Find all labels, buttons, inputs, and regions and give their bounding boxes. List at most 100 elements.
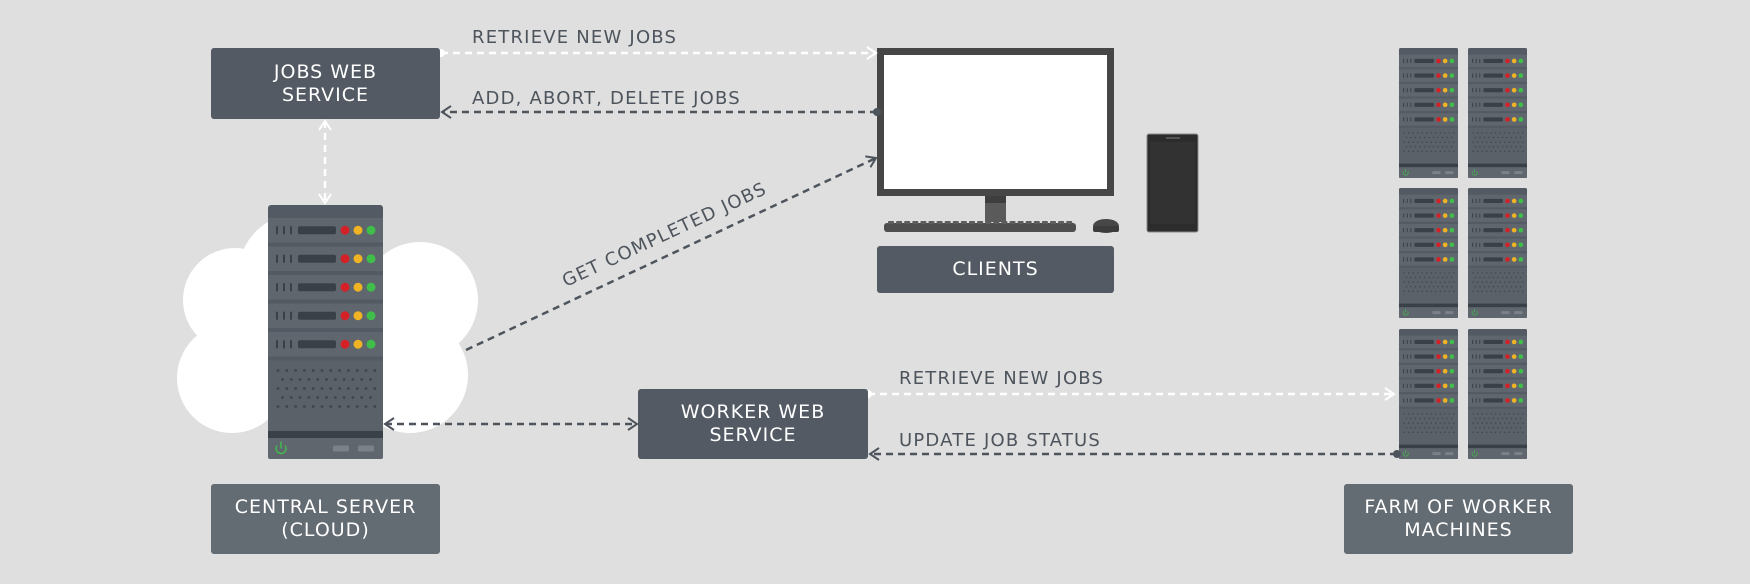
led-red-icon [1505, 58, 1510, 64]
led-green-icon [1449, 73, 1455, 78]
led-yellow-icon [1511, 354, 1517, 359]
led-red-icon [1436, 198, 1441, 204]
led-green-icon [1518, 339, 1524, 345]
led-green-icon [1518, 198, 1524, 204]
led-yellow-icon [1442, 198, 1448, 204]
led-yellow-icon [353, 311, 363, 321]
led-green-icon [1449, 117, 1455, 122]
led-red-icon [340, 339, 350, 349]
led-yellow-icon [1442, 87, 1448, 93]
led-red-icon [1505, 87, 1510, 93]
mouse-icon [1093, 219, 1119, 233]
central-server-rack [268, 205, 383, 459]
label-update-job-status: UPDATE JOB STATUS [899, 430, 1102, 451]
led-red-icon [1436, 102, 1441, 108]
led-green-icon [1518, 73, 1524, 78]
led-yellow-icon [353, 254, 363, 264]
led-green-icon [1449, 102, 1455, 108]
worker-machine-rack [1468, 48, 1527, 178]
led-red-icon [1505, 213, 1510, 218]
led-yellow-icon [1511, 213, 1517, 218]
led-green-icon [1449, 242, 1455, 248]
led-yellow-icon [353, 282, 363, 292]
led-red-icon [1436, 73, 1441, 78]
central-server-node[interactable]: CENTRAL SERVER (CLOUD) [211, 484, 440, 554]
led-red-icon [1436, 398, 1441, 403]
led-red-icon [1505, 354, 1510, 359]
led-red-icon [340, 311, 350, 321]
led-green-icon [1449, 354, 1455, 359]
led-yellow-icon [1442, 227, 1448, 233]
led-yellow-icon [1511, 383, 1517, 389]
led-red-icon [1505, 339, 1510, 345]
led-yellow-icon [1442, 58, 1448, 64]
led-green-icon [1518, 102, 1524, 108]
led-green-icon [1518, 227, 1524, 233]
led-green-icon [1518, 257, 1524, 262]
led-yellow-icon [1511, 198, 1517, 204]
led-yellow-icon [1511, 73, 1517, 78]
led-yellow-icon [1442, 383, 1448, 389]
worker-machine-rack [1468, 329, 1527, 459]
led-green-icon [366, 282, 376, 292]
jobs-web-service-node[interactable]: JOBS WEB SERVICE [211, 48, 440, 119]
led-green-icon [1518, 398, 1524, 403]
led-green-icon [1449, 257, 1455, 262]
led-red-icon [1436, 257, 1441, 262]
led-green-icon [1518, 368, 1524, 374]
label-get-completed-jobs: GET COMPLETED JOBS [559, 178, 770, 291]
led-yellow-icon [1442, 73, 1448, 78]
led-green-icon [1449, 58, 1455, 64]
led-yellow-icon [1442, 257, 1448, 262]
led-red-icon [1436, 354, 1441, 359]
led-green-icon [1449, 398, 1455, 403]
led-green-icon [1449, 227, 1455, 233]
led-green-icon [1449, 213, 1455, 218]
led-green-icon [366, 225, 376, 235]
led-green-icon [366, 254, 376, 264]
led-yellow-icon [1511, 87, 1517, 93]
led-yellow-icon [1442, 102, 1448, 108]
led-red-icon [1505, 368, 1510, 374]
led-green-icon [1449, 339, 1455, 345]
led-red-icon [340, 225, 350, 235]
led-yellow-icon [1511, 102, 1517, 108]
farm-of-worker-machines-node[interactable]: FARM OF WORKER MACHINES [1344, 484, 1573, 554]
led-green-icon [1449, 87, 1455, 93]
arrow-server-to-clients [465, 155, 878, 352]
led-red-icon [1436, 227, 1441, 233]
led-green-icon [1449, 198, 1455, 204]
label-add-abort-delete-jobs: ADD, ABORT, DELETE JOBS [472, 88, 741, 109]
worker-web-service-node[interactable]: WORKER WEB SERVICE [638, 389, 868, 459]
led-red-icon [1436, 117, 1441, 122]
led-yellow-icon [1511, 227, 1517, 233]
led-green-icon [1518, 117, 1524, 122]
led-yellow-icon [1442, 117, 1448, 122]
led-yellow-icon [1511, 58, 1517, 64]
led-red-icon [340, 254, 350, 264]
led-red-icon [1505, 383, 1510, 389]
led-yellow-icon [1511, 368, 1517, 374]
led-green-icon [1518, 354, 1524, 359]
led-red-icon [1436, 58, 1441, 64]
led-yellow-icon [1442, 398, 1448, 403]
worker-machine-rack [1468, 188, 1527, 318]
farm-servers-group [1399, 48, 1527, 459]
led-yellow-icon [1442, 339, 1448, 345]
central-server-rack-icon [268, 205, 383, 459]
led-yellow-icon [1442, 354, 1448, 359]
smartphone-icon [1146, 133, 1199, 233]
led-red-icon [1505, 242, 1510, 248]
led-red-icon [1436, 383, 1441, 389]
clients-node[interactable]: CLIENTS [877, 246, 1114, 293]
led-red-icon [1505, 198, 1510, 204]
led-yellow-icon [1511, 398, 1517, 403]
led-yellow-icon [1511, 117, 1517, 122]
worker-machine-rack [1399, 329, 1458, 459]
led-red-icon [1505, 73, 1510, 78]
led-yellow-icon [1511, 339, 1517, 345]
led-yellow-icon [1442, 213, 1448, 218]
led-red-icon [1436, 213, 1441, 218]
led-yellow-icon [1442, 368, 1448, 374]
led-yellow-icon [353, 225, 363, 235]
